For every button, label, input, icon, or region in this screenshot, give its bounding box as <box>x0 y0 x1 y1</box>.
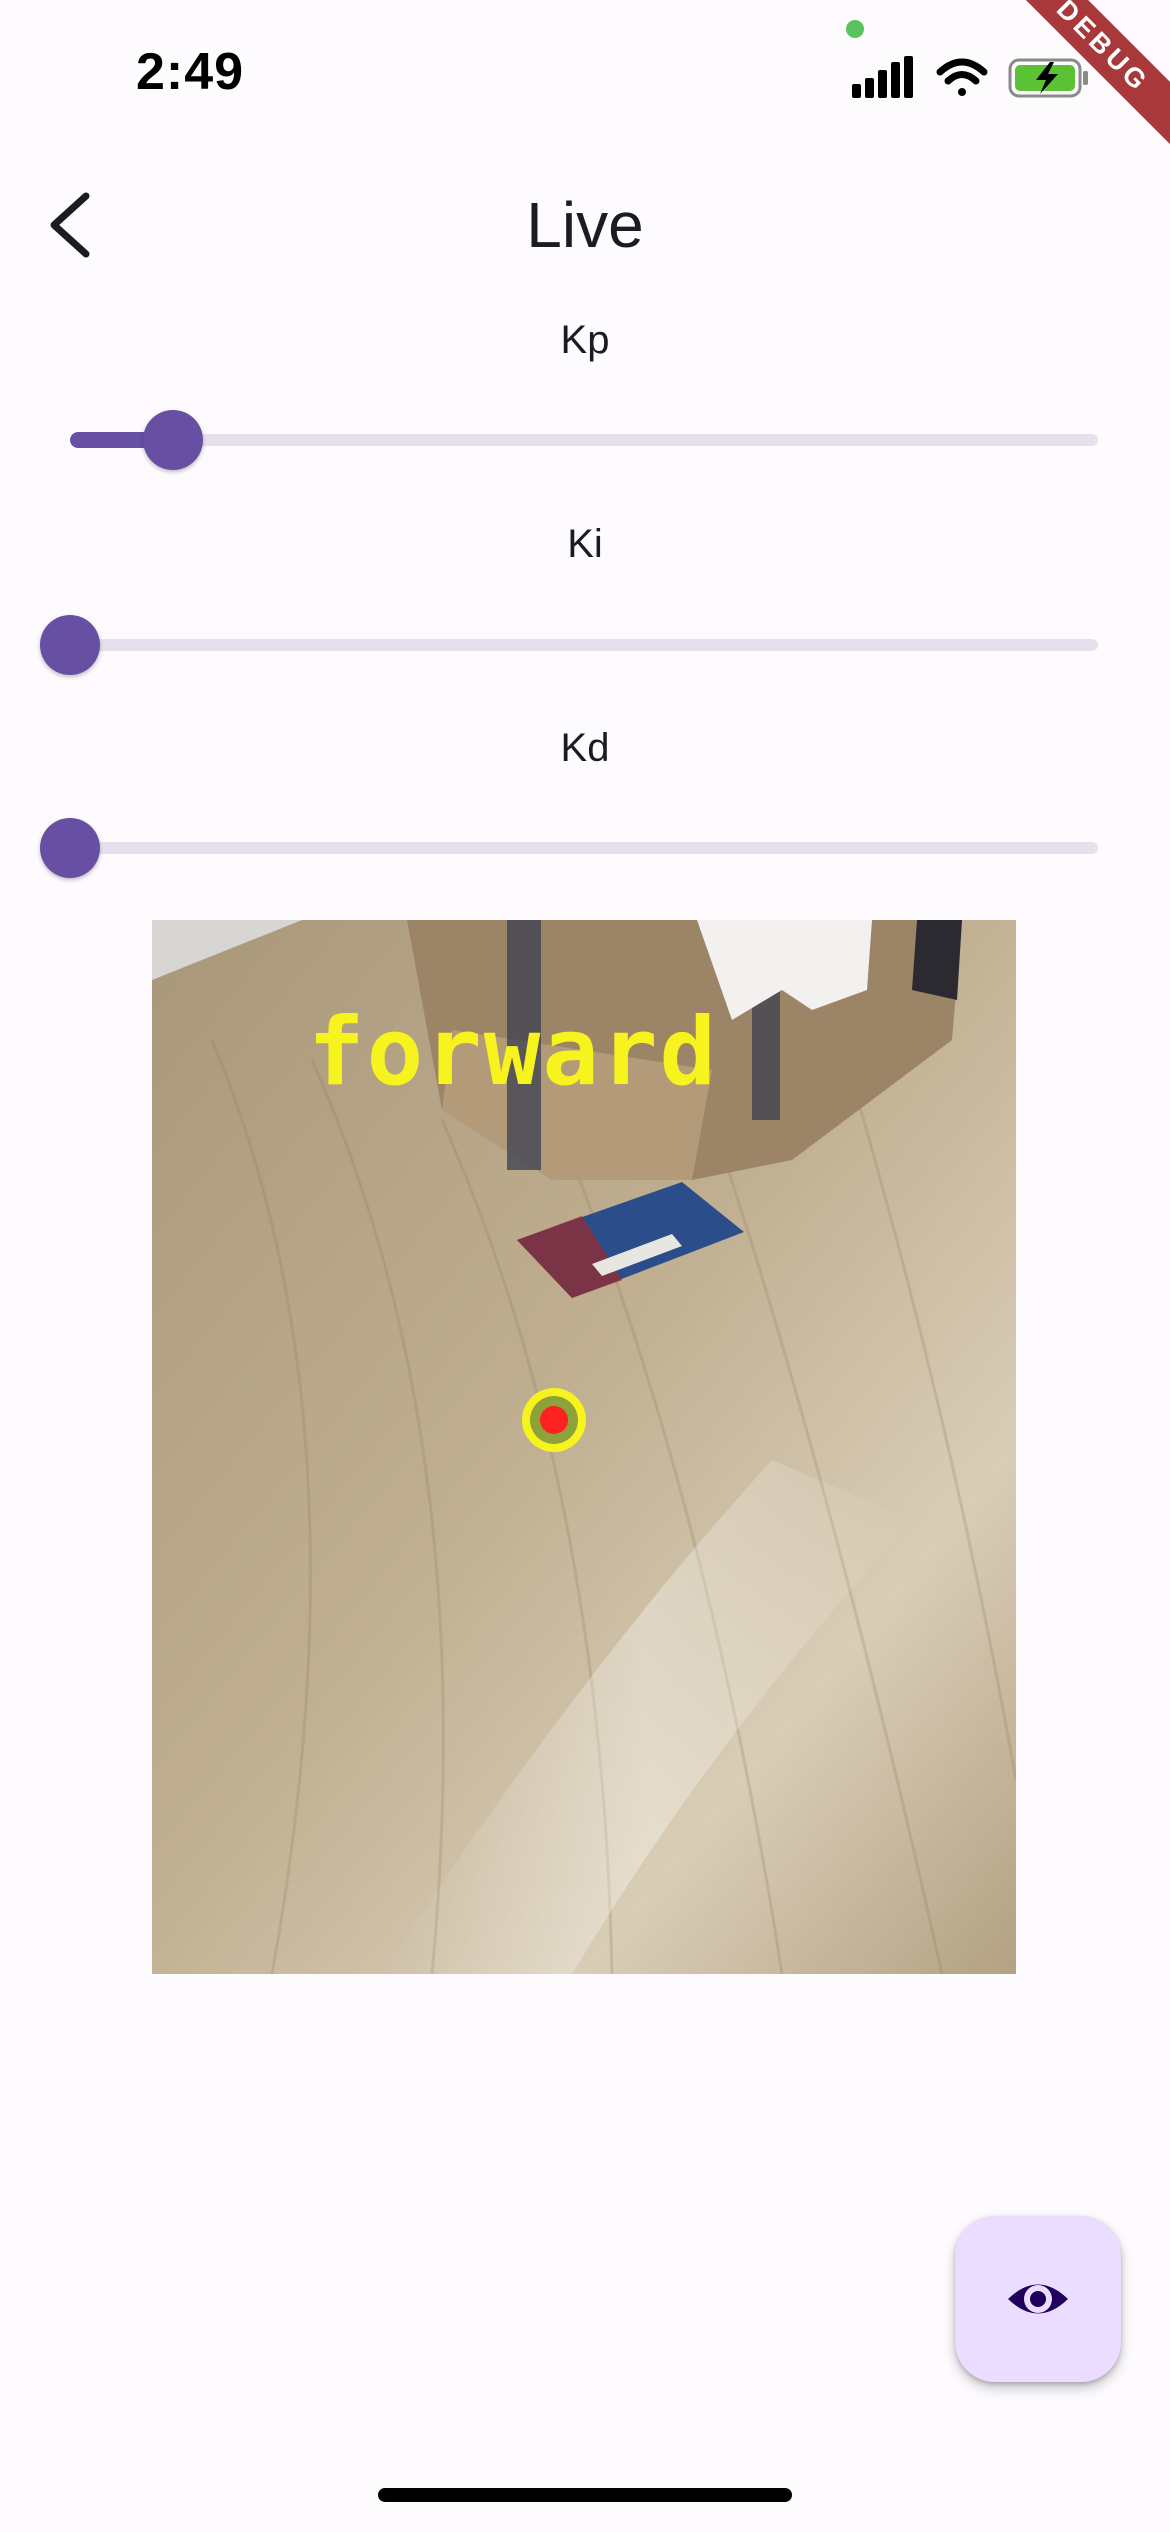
kd-slider-track <box>70 842 1098 854</box>
kd-slider[interactable] <box>40 813 1098 883</box>
kp-slider-track <box>70 434 1098 446</box>
kp-slider-thumb[interactable] <box>142 410 203 470</box>
direction-overlay-text: forward <box>308 998 719 1107</box>
eye-icon <box>1008 2284 1068 2314</box>
camera-feed: forward <box>152 920 1016 1974</box>
kp-slider[interactable] <box>70 405 1098 475</box>
wifi-icon <box>936 58 988 96</box>
ki-slider-thumb[interactable] <box>40 615 100 675</box>
kd-slider-thumb[interactable] <box>40 818 100 878</box>
ki-label: Ki <box>567 522 603 566</box>
home-indicator[interactable] <box>378 2488 792 2502</box>
cellular-signal-icon <box>852 56 913 98</box>
toggle-vision-button[interactable] <box>955 2216 1121 2382</box>
kp-label: Kp <box>560 318 610 362</box>
privacy-indicator-dot <box>846 20 864 38</box>
kd-label: Kd <box>560 726 610 770</box>
page-title: Live <box>526 189 644 261</box>
status-time: 2:49 <box>136 43 245 101</box>
battery-charging-icon <box>1008 58 1088 98</box>
ki-slider[interactable] <box>40 610 1098 680</box>
ki-slider-track <box>70 639 1098 651</box>
status-icons <box>852 52 1092 102</box>
